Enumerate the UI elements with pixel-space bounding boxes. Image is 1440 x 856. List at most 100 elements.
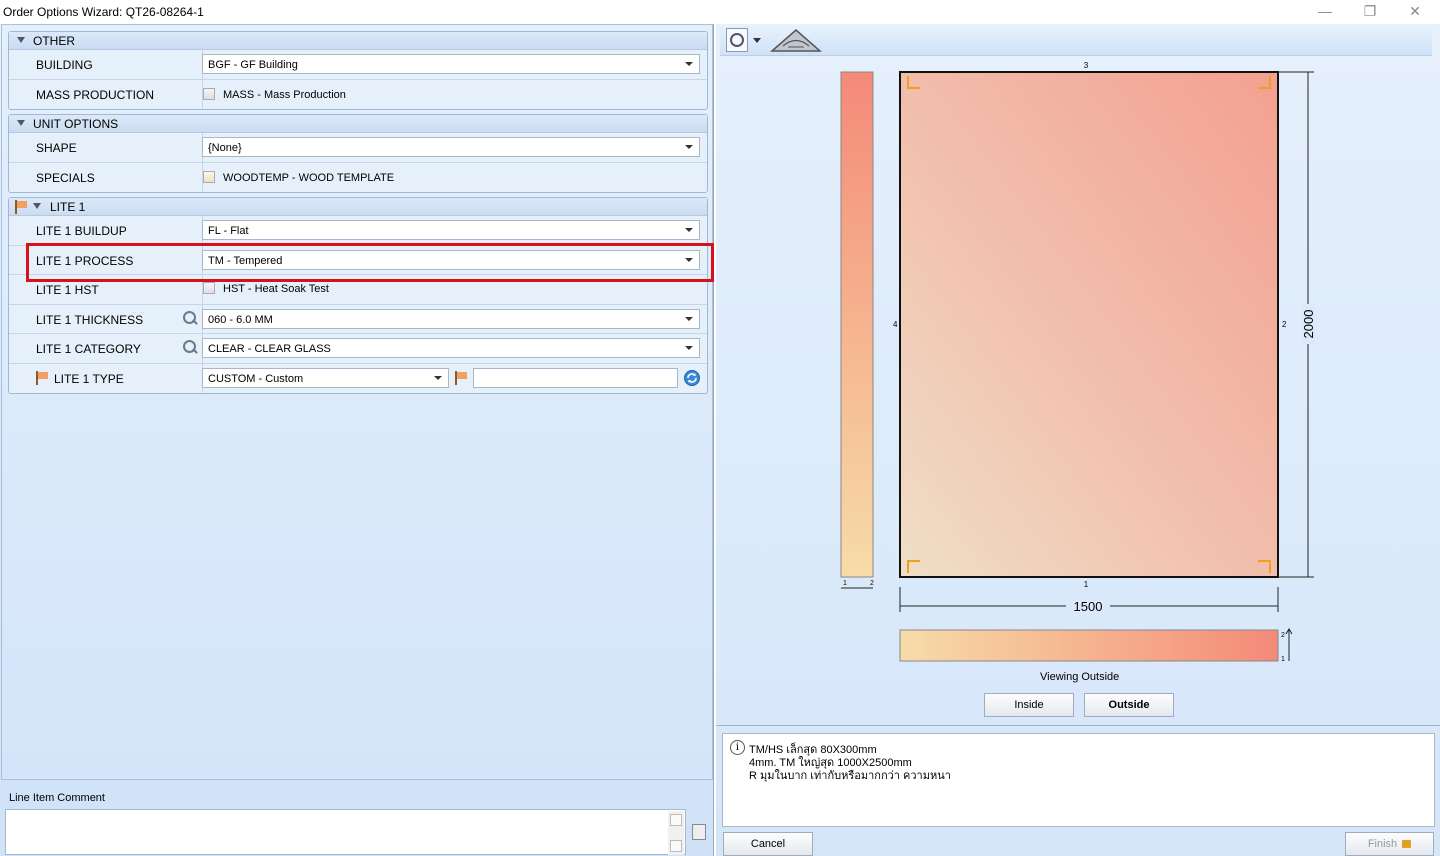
flag-icon (15, 200, 27, 214)
row-lite1-type: LITE 1 TYPE CUSTOM - Custom (9, 363, 707, 393)
row-label: BUILDING (36, 58, 93, 72)
dropdown-arrow-icon[interactable] (679, 339, 699, 357)
bottom-label-1: 1 (1281, 656, 1285, 663)
building-combo[interactable]: BGF - GF Building (202, 54, 700, 74)
shape-view-icon[interactable] (770, 27, 822, 53)
preview-pane: 1 2 3 1 4 2 1500 2000 2 1 Viewing Outsid… (716, 24, 1440, 856)
outside-button[interactable]: Outside (1084, 693, 1174, 717)
zoom-dropdown-icon[interactable] (753, 38, 761, 43)
row-lite1-buildup: LITE 1 BUILDUP FL - Flat (9, 216, 707, 246)
combo-value: 060 - 6.0 MM (208, 313, 273, 326)
combo-value: CUSTOM - Custom (208, 372, 304, 385)
options-pane: OTHER BUILDING BGF - GF Building MASS PR… (0, 24, 714, 856)
hst-checkbox[interactable] (203, 282, 215, 294)
row-label: SHAPE (36, 141, 77, 155)
flag-icon (36, 370, 48, 385)
section-header-unit-options[interactable]: UNIT OPTIONS (9, 115, 707, 133)
lite1-thickness-combo[interactable]: 060 - 6.0 MM (202, 308, 700, 329)
title-bar: Order Options Wizard: QT26-08264-1 — ❐ ✕ (0, 0, 1440, 24)
shape-combo[interactable]: {None} (202, 137, 700, 157)
mass-production-checkbox[interactable] (203, 87, 215, 100)
section-header-other[interactable]: OTHER (9, 32, 707, 50)
height-dimension-label: 2000 (1301, 310, 1316, 339)
notes-icon[interactable] (692, 824, 706, 840)
glass-preview-drawing: 1 2 3 1 4 2 1500 2000 2 1 (840, 61, 1316, 663)
search-icon[interactable] (182, 339, 198, 355)
scroll-down-button[interactable] (670, 840, 682, 852)
divider (716, 725, 1440, 726)
row-label: LITE 1 CATEGORY (36, 342, 141, 356)
row-label: LITE 1 THICKNESS (36, 312, 144, 327)
section-title: OTHER (33, 34, 75, 48)
row-mass-production: MASS PRODUCTION MASS - Mass Production (9, 79, 707, 109)
dropdown-arrow-icon[interactable] (428, 369, 448, 387)
row-label: LITE 1 BUILDUP (36, 224, 127, 238)
bottom-label-2: 2 (1281, 632, 1285, 639)
edge-label-left: 4 (893, 320, 898, 329)
bottom-edge-view (899, 629, 1279, 662)
close-button[interactable]: ✕ (1392, 0, 1438, 24)
row-lite1-category: LITE 1 CATEGORY CLEAR - CLEAR GLASS (9, 334, 707, 364)
info-line: R มุมในบาก เท่ากับหรือมากกว่า ความหนา (749, 770, 951, 782)
row-label: LITE 1 HST (36, 283, 99, 297)
glass-panel (899, 71, 1279, 578)
lite1-category-combo[interactable]: CLEAR - CLEAR GLASS (202, 338, 700, 358)
combo-value: CLEAR - CLEAR GLASS (208, 343, 331, 355)
checkbox-label: MASS - Mass Production (223, 88, 346, 101)
viewing-label: Viewing Outside (1040, 671, 1120, 683)
edge-label-bottom: 1 (1084, 580, 1089, 589)
dropdown-arrow-icon[interactable] (679, 138, 699, 156)
inside-button[interactable]: Inside (984, 693, 1074, 717)
side-label-2: 2 (870, 580, 874, 587)
dropdown-arrow-icon[interactable] (679, 55, 699, 73)
comment-textarea[interactable] (5, 809, 686, 855)
comment-scrollbar[interactable] (668, 811, 684, 855)
dropdown-arrow-icon[interactable] (679, 310, 699, 328)
lock-icon (1402, 840, 1412, 848)
lite1-buildup-combo[interactable]: FL - Flat (202, 220, 700, 240)
width-dimension-label: 1500 (1074, 599, 1103, 614)
row-lite1-thickness: LITE 1 THICKNESS 060 - 6.0 MM (9, 304, 707, 334)
finish-label: Finish (1367, 838, 1398, 850)
lite1-type-combo[interactable]: CUSTOM - Custom (202, 367, 449, 388)
highlight-box (26, 243, 714, 282)
row-label: SPECIALS (36, 170, 95, 185)
side-label-1: 1 (843, 580, 847, 587)
minimize-button[interactable]: — (1302, 0, 1348, 24)
side-edge-view (840, 71, 874, 578)
row-specials: SPECIALS WOODTEMP - WOOD TEMPLATE (9, 162, 707, 192)
flag-icon (455, 370, 467, 385)
dropdown-arrow-icon[interactable] (679, 221, 699, 239)
search-icon[interactable] (182, 310, 198, 326)
section-header-lite1[interactable]: LITE 1 (9, 198, 707, 216)
combo-value: {None} (208, 142, 242, 154)
specials-checkbox[interactable] (203, 170, 215, 183)
combo-value: BGF - GF Building (208, 59, 298, 71)
row-shape: SHAPE {None} (9, 133, 707, 163)
preview-toolbar (720, 24, 1432, 56)
property-grid: OTHER BUILDING BGF - GF Building MASS PR… (1, 24, 713, 780)
section-other: OTHER BUILDING BGF - GF Building MASS PR… (8, 31, 708, 110)
collapse-triangle-icon[interactable] (17, 37, 25, 43)
window-title: Order Options Wizard: QT26-08264-1 (3, 5, 204, 19)
checkbox-label: WOODTEMP - WOOD TEMPLATE (223, 171, 395, 184)
section-lite1: LITE 1 LITE 1 BUILDUP FL - Flat LITE 1 P… (8, 197, 708, 394)
lite1-type-text-input[interactable] (473, 367, 678, 388)
collapse-triangle-icon[interactable] (17, 120, 25, 126)
scroll-up-button[interactable] (670, 814, 682, 826)
collapse-triangle-icon[interactable] (33, 203, 41, 209)
finish-button[interactable]: Finish (1345, 832, 1434, 856)
refresh-icon[interactable] (683, 369, 701, 387)
edge-label-right: 2 (1282, 320, 1287, 329)
info-icon: i (730, 740, 745, 755)
combo-value: FL - Flat (208, 225, 249, 237)
section-title: LITE 1 (50, 200, 86, 214)
restore-button[interactable]: ❐ (1347, 0, 1393, 24)
zoom-icon[interactable] (726, 28, 748, 52)
section-unit-options: UNIT OPTIONS SHAPE {None} SPECIALS WOODT… (8, 114, 708, 193)
checkbox-label: HST - Heat Soak Test (223, 283, 329, 295)
section-title: UNIT OPTIONS (33, 117, 119, 131)
cancel-button[interactable]: Cancel (723, 832, 813, 856)
row-building: BUILDING BGF - GF Building (9, 50, 707, 80)
row-label: MASS PRODUCTION (36, 87, 155, 102)
